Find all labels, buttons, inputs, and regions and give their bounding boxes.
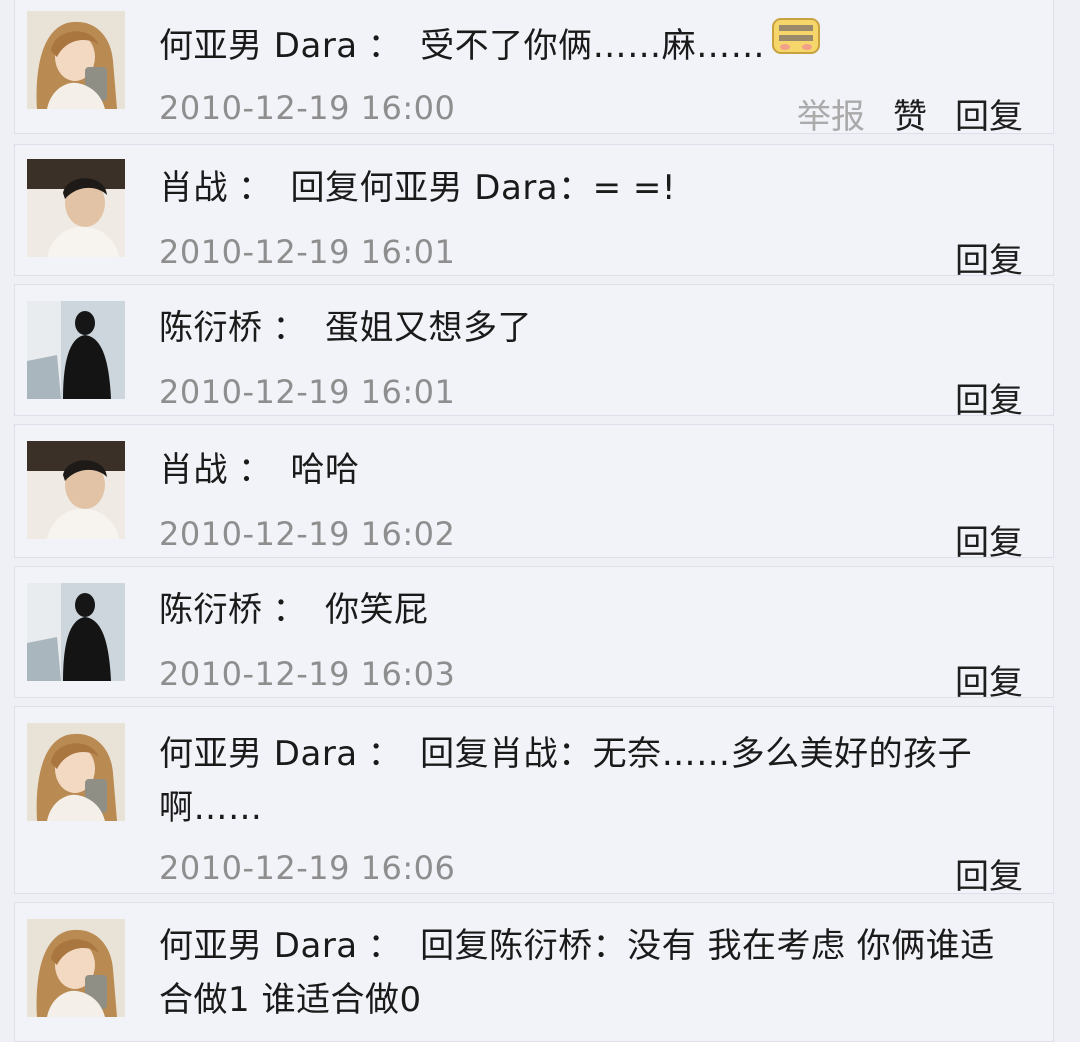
comment-actions: 回复 (955, 849, 1023, 898)
reply-button[interactable]: 回复 (955, 89, 1023, 138)
author-name[interactable]: 何亚男 Dara (159, 926, 358, 966)
author-name[interactable]: 肖战 (159, 450, 228, 490)
reply-button[interactable]: 回复 (955, 515, 1023, 564)
timestamp: 2010-12-19 16:01 (159, 233, 456, 271)
comment-item: 陈衍桥： 蛋姐又想多了 2010-12-19 16:01 回复 (14, 284, 1054, 421)
timestamp: 2010-12-19 16:06 (159, 849, 456, 887)
shy-face-emoji-icon (772, 18, 821, 54)
comment-text: 何亚男 Dara：回复肖战：无奈……多么美好的孩子啊…… (159, 727, 1023, 835)
report-button[interactable]: 举报 (797, 89, 865, 138)
comment-feed: 何亚男 Dara：受不了你俩……麻…… 2010-12-19 16:00 举报 … (0, 0, 1080, 1042)
author-separator: ： (367, 26, 403, 66)
comment-actions: 举报 赞 回复 (797, 89, 1023, 138)
avatar[interactable] (27, 159, 125, 257)
avatar[interactable] (27, 441, 125, 539)
timestamp: 2010-12-19 16:03 (159, 655, 456, 693)
comment-item: 何亚男 Dara：回复陈衍桥：没有 我在考虑 你俩谁适合做1 谁适合做0 (14, 902, 1054, 1042)
author-separator: ： (238, 168, 273, 208)
timestamp: 2010-12-19 16:02 (159, 515, 456, 553)
timestamp: 2010-12-19 16:00 (159, 89, 456, 127)
author-separator: ： (238, 450, 273, 490)
avatar[interactable] (27, 11, 125, 109)
author-name[interactable]: 陈衍桥 (159, 308, 263, 348)
author-name[interactable]: 何亚男 Dara (159, 734, 358, 774)
reply-button[interactable]: 回复 (955, 233, 1023, 282)
comment-item: 陈衍桥： 你笑屁 2010-12-19 16:03 回复 (14, 566, 1054, 703)
like-button[interactable]: 赞 (893, 89, 927, 138)
avatar[interactable] (27, 583, 125, 681)
comment-body: 你笑屁 (325, 590, 429, 630)
comment-item: 何亚男 Dara： 受不了你俩……麻…… 2010-12-19 16:00 举报 … (14, 0, 1054, 137)
author-name[interactable]: 何亚男 Dara (159, 26, 358, 66)
comment-body: 受不了你俩……麻…… (420, 26, 766, 66)
comment-text: 何亚男 Dara： 受不了你俩……麻…… (159, 11, 1023, 73)
comment-text: 陈衍桥： 你笑屁 (159, 583, 1023, 637)
avatar[interactable] (27, 919, 125, 1017)
reply-button[interactable]: 回复 (955, 655, 1023, 704)
comment-text: 陈衍桥： 蛋姐又想多了 (159, 301, 1023, 355)
avatar[interactable] (27, 723, 125, 821)
author-separator: ： (367, 926, 403, 966)
comment-actions: 回复 (955, 655, 1023, 704)
author-separator: ： (272, 308, 307, 348)
comment-text: 肖战： 回复何亚男 Dara：= =! (159, 161, 1023, 215)
author-name[interactable]: 陈衍桥 (159, 590, 263, 630)
comment-body: 哈哈 (290, 450, 360, 490)
comment-item: 肖战： 回复何亚男 Dara：= =! 2010-12-19 16:01 回复 (14, 144, 1054, 281)
reply-button[interactable]: 回复 (955, 373, 1023, 422)
comment-text: 何亚男 Dara：回复陈衍桥：没有 我在考虑 你俩谁适合做1 谁适合做0 (159, 919, 1023, 1027)
reply-button[interactable]: 回复 (955, 849, 1023, 898)
comment-body: 回复何亚男 Dara：= =! (290, 168, 677, 208)
avatar[interactable] (27, 301, 125, 399)
comment-text: 肖战： 哈哈 (159, 443, 1023, 497)
author-separator: ： (272, 590, 307, 630)
comment-actions: 回复 (955, 233, 1023, 282)
comment-body: 蛋姐又想多了 (325, 308, 532, 348)
comment-actions: 回复 (955, 373, 1023, 422)
comment-item: 肖战： 哈哈 2010-12-19 16:02 回复 (14, 424, 1054, 563)
comment-item: 何亚男 Dara：回复肖战：无奈……多么美好的孩子啊…… 2010-12-19 … (14, 706, 1054, 897)
author-separator: ： (367, 734, 403, 774)
author-name[interactable]: 肖战 (159, 168, 228, 208)
timestamp: 2010-12-19 16:01 (159, 373, 456, 411)
comment-actions: 回复 (955, 515, 1023, 564)
